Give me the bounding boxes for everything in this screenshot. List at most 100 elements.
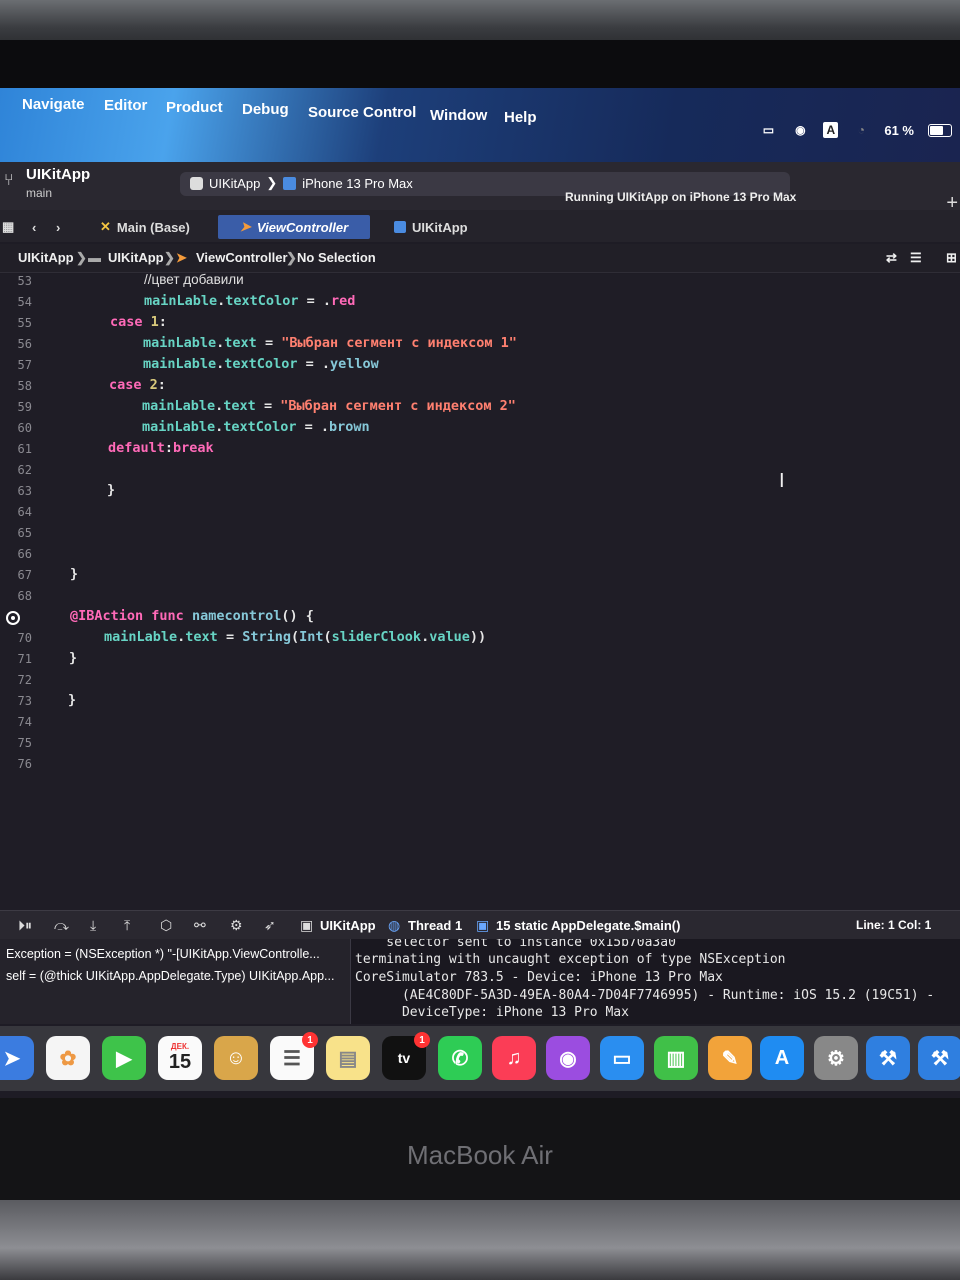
code-line-63: } (107, 482, 116, 498)
reminders-icon[interactable]: ☰ 1 (270, 1032, 318, 1080)
variable-row[interactable]: Exception = (NSException *) "-[UIKitApp.… (6, 947, 320, 961)
line-number: 67 (17, 568, 32, 582)
xcode-icon[interactable]: ⚒ (866, 1036, 910, 1080)
jump-selection[interactable]: No Selection (297, 250, 376, 265)
line-number: 73 (17, 694, 32, 708)
code-line-57: mainLable.textColor = .yellow (143, 356, 379, 372)
line-number: 62 (17, 463, 32, 477)
battery-percent: 61 % (884, 122, 914, 138)
forward-icon[interactable]: › (56, 215, 60, 239)
line-number: 64 (17, 505, 32, 519)
code-line-54: mainLable.textColor = .red (144, 293, 356, 309)
podcasts-icon[interactable]: ◉ (546, 1036, 590, 1080)
system-preferences-icon[interactable]: ⚙ (814, 1036, 858, 1080)
code-editor[interactable]: 53 54 55 56 57 58 59 60 61 62 63 64 65 6… (0, 272, 960, 914)
tab-label: Main (Base) (116, 219, 190, 235)
console-line: DeviceType: iPhone 13 Pro Max (355, 1005, 629, 1020)
menu-source-control[interactable]: Source Control (308, 104, 416, 121)
line-number: 54 (17, 295, 32, 309)
location-icon[interactable]: ➶ (264, 917, 276, 934)
swap-icon[interactable]: ⇄ (886, 250, 897, 266)
branch-icon: ⑂ (4, 172, 14, 189)
step-over-icon[interactable]: ⤼ (54, 917, 69, 934)
view-hierarchy-icon[interactable]: ⬡ (160, 917, 172, 934)
simulator-icon[interactable]: ⚒ (918, 1036, 960, 1080)
keynote-icon[interactable]: ▭ (600, 1036, 644, 1080)
code-string: "Выбран сегмент с индексом 1" (281, 335, 517, 351)
siri-icon[interactable]: ◔ (852, 122, 870, 138)
debug-bar: ⏵⏸ ⤼ ⤓ ⤒ ⬡ ⚯ ⚙ ➶ ▣ UIKitApp ◍ Thread 1 ▣… (0, 910, 960, 939)
line-number: 58 (17, 379, 32, 393)
console-line: terminating with uncaught exception of t… (355, 952, 786, 967)
folder-icon: ▬ (88, 250, 101, 265)
menu-editor[interactable]: Editor (104, 97, 147, 114)
line-number: 53 (17, 274, 32, 288)
line-number: 68 (17, 589, 32, 603)
debug-thread[interactable]: Thread 1 (408, 918, 462, 933)
memory-graph-icon[interactable]: ⚯ (194, 917, 206, 934)
record-icon[interactable]: ◉ (791, 122, 809, 138)
code-line-56: mainLable.text = "Выбран сегмент с индек… (143, 335, 517, 351)
menu-window[interactable]: Window (430, 107, 487, 124)
environment-icon[interactable]: ⚙ (230, 917, 243, 934)
whatsapp-icon[interactable]: ✆ (438, 1036, 482, 1080)
scheme-selector[interactable]: UIKitApp ❯ iPhone 13 Pro Max (190, 175, 413, 191)
numbers-icon[interactable]: ▥ (654, 1036, 698, 1080)
menu-debug[interactable]: Debug (242, 101, 289, 118)
line-number: 74 (17, 715, 32, 729)
jump-file[interactable]: ViewController (196, 250, 288, 265)
battery-icon[interactable] (928, 123, 952, 137)
frame-icon: ▣ (476, 917, 490, 933)
menu-navigate[interactable]: Navigate (22, 96, 85, 113)
code-line-71: } (69, 650, 78, 666)
line-number: 72 (17, 673, 32, 687)
facetime-icon[interactable]: ▶ (102, 1036, 146, 1080)
scheme-name[interactable]: UIKitApp (209, 176, 260, 191)
calendar-icon[interactable]: ДЕК. 15 (158, 1036, 202, 1080)
continue-icon[interactable]: ⏵⏸ (18, 917, 32, 934)
notes-icon[interactable]: ▤ (326, 1036, 370, 1080)
menu-product[interactable]: Product (166, 99, 223, 116)
editor-options-icon[interactable]: ☰ (910, 250, 922, 266)
music-icon[interactable]: ♫ (492, 1036, 536, 1080)
tab-uikitapp[interactable]: UIKitApp (394, 215, 468, 239)
appstore-icon[interactable]: A (760, 1036, 804, 1080)
tab-main-base[interactable]: ✕ Main (Base) (100, 215, 190, 239)
console-line: (AE4C80DF-5A3D-49EA-80A4-7D04F7746995) -… (355, 988, 935, 1003)
tab-label: UIKitApp (412, 219, 468, 235)
laptop-base (0, 1200, 960, 1280)
action-connection-icon[interactable] (6, 611, 20, 625)
pages-icon[interactable]: ✎ (708, 1036, 752, 1080)
tab-viewcontroller[interactable]: ➤ ViewController (218, 215, 371, 239)
jump-project[interactable]: UIKitApp (18, 250, 74, 265)
photos-icon[interactable]: ✿ (46, 1036, 90, 1080)
maps-icon[interactable]: ➤ (0, 1036, 34, 1080)
variables-view[interactable]: Exception = (NSException *) "-[UIKitApp.… (0, 939, 350, 1024)
console-output[interactable]: selector sent to instance 0x15b70a3a0 te… (350, 939, 960, 1024)
calendar-day: 15 (168, 1051, 192, 1073)
variable-row[interactable]: self = (@thick UIKitApp.AppDelegate.Type… (6, 969, 334, 983)
grid-icon[interactable]: ▦ (2, 215, 14, 239)
contacts-icon[interactable]: ☺ (214, 1036, 258, 1080)
step-into-icon[interactable]: ⤓ (90, 917, 96, 934)
line-number: 59 (17, 400, 32, 414)
thread-icon: ◍ (388, 917, 401, 933)
appletv-icon[interactable]: tv 1 (382, 1032, 430, 1080)
line-number: 57 (17, 358, 32, 372)
debug-frame[interactable]: 15 static AppDelegate.$main() (496, 918, 680, 933)
step-out-icon[interactable]: ⤒ (124, 917, 130, 934)
jump-group[interactable]: UIKitApp (108, 250, 164, 265)
line-number: 60 (17, 421, 32, 435)
chevron-right-icon: ❯ (164, 250, 175, 265)
debug-app[interactable]: UIKitApp (320, 918, 376, 933)
project-icon (394, 221, 406, 233)
menu-help[interactable]: Help (504, 109, 537, 126)
input-source-icon[interactable]: A (823, 122, 839, 138)
back-icon[interactable]: ‹ (32, 215, 36, 239)
notes-status-icon[interactable]: ▭ (759, 122, 777, 138)
device-name[interactable]: iPhone 13 Pro Max (302, 176, 413, 191)
chevron-right-icon: ❯ (286, 250, 297, 265)
split-editor-icon[interactable]: ⊞ (946, 250, 957, 266)
jump-bar: UIKitApp ❯ ▬ UIKitApp ❯ ➤ ViewController… (0, 244, 960, 273)
line-number: 70 (17, 631, 32, 645)
